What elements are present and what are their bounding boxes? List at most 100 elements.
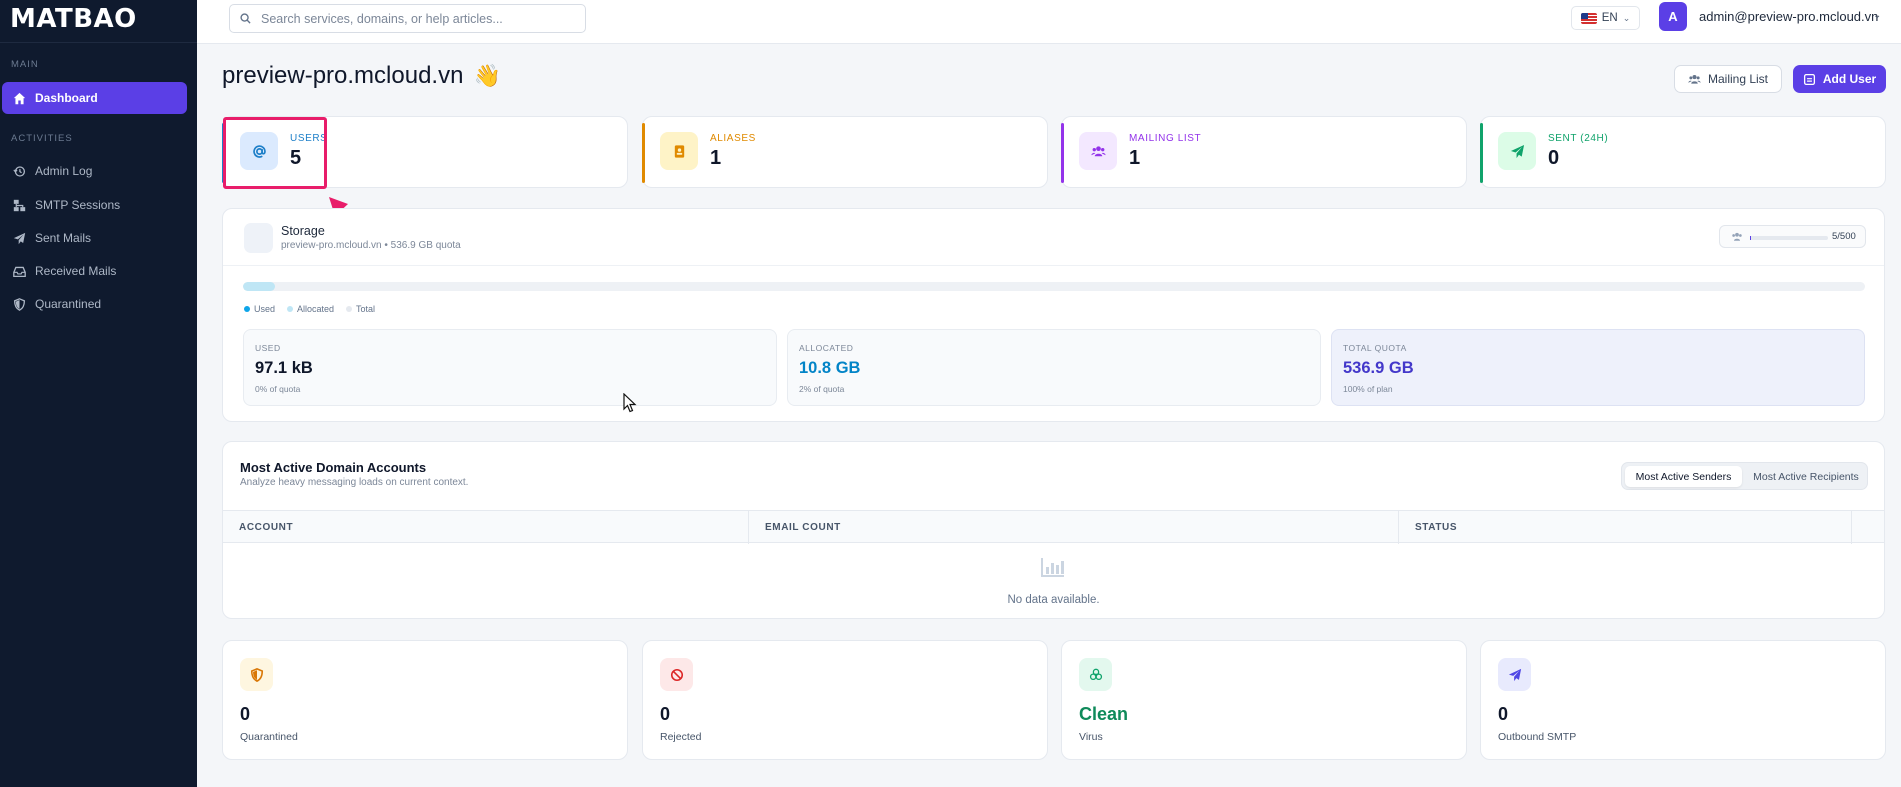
storage-legend: Used Allocated Total	[244, 304, 375, 314]
table-header: ACCOUNT EMAIL COUNT STATUS	[223, 510, 1884, 544]
sidebar-item-received-mails[interactable]: Received Mails	[2, 255, 187, 287]
column-status[interactable]: STATUS	[1399, 511, 1852, 544]
mouse-cursor-icon	[623, 393, 637, 413]
wave-emoji: 👋	[473, 63, 501, 88]
summary-value: 0	[240, 704, 251, 724]
user-plus-icon	[1803, 73, 1815, 85]
box-value: 97.1 kB	[255, 359, 313, 377]
paper-plane-icon	[13, 232, 26, 244]
card-accent	[642, 123, 645, 183]
inbox-icon	[13, 266, 26, 277]
summary-card-virus[interactable]: Clean Virus	[1061, 640, 1467, 760]
summary-card-outbound-smtp[interactable]: 0 Outbound SMTP	[1480, 640, 1886, 760]
stat-card-aliases[interactable]: ALIASES 1	[642, 116, 1048, 188]
stat-value: 0	[1548, 147, 1560, 169]
search-placeholder: Search services, domains, or help articl…	[261, 11, 503, 26]
card-accent	[1480, 123, 1483, 183]
column-account[interactable]: ACCOUNT	[223, 511, 749, 544]
sidebar-item-label: SMTP Sessions	[35, 198, 121, 212]
users-capacity-fill	[1750, 236, 1751, 240]
summary-label: Rejected	[660, 731, 702, 743]
icon-box	[240, 658, 273, 691]
tab-most-active-recipients[interactable]: Most Active Recipients	[1746, 466, 1866, 487]
summary-value: 0	[1498, 704, 1509, 724]
stat-label: MAILING LIST	[1129, 133, 1202, 144]
sidebar-item-label: Quarantined	[35, 297, 102, 311]
annotation-highlight-box	[223, 117, 327, 189]
mailing-list-button[interactable]: Mailing List	[1674, 65, 1782, 93]
box-sub: 100% of plan	[1343, 384, 1393, 394]
logo-text: MATBAO	[10, 4, 137, 34]
biohazard-icon	[1089, 668, 1102, 680]
topbar: Search services, domains, or help articl…	[197, 0, 1901, 44]
icon-box	[660, 658, 693, 691]
search-input[interactable]: Search services, domains, or help articl…	[229, 4, 586, 33]
language-selector[interactable]: EN ⌄	[1571, 6, 1640, 30]
users-capacity-count: 5/500	[1832, 231, 1856, 242]
shield-icon	[250, 667, 263, 682]
summary-card-rejected[interactable]: 0 Rejected	[642, 640, 1048, 760]
chevron-down-icon[interactable]: ⌄	[1873, 10, 1881, 21]
chart-bar-icon	[1041, 558, 1064, 577]
sender-recipient-toggle: Most Active Senders Most Active Recipien…	[1621, 462, 1868, 490]
section-subtitle: Analyze heavy messaging loads on current…	[240, 477, 469, 488]
sidebar-item-dashboard[interactable]: Dashboard	[2, 82, 187, 114]
chevron-down-icon: ⌄	[1622, 12, 1631, 23]
box-sub: 0% of quota	[255, 384, 301, 394]
shield-icon	[13, 297, 26, 311]
storage-domain: preview-pro.mcloud.vn	[281, 240, 382, 251]
ban-icon	[670, 668, 683, 681]
stat-value: 1	[1129, 147, 1141, 169]
storage-icon	[244, 223, 273, 253]
empty-state-text: No data available.	[1007, 594, 1100, 606]
user-email[interactable]: admin@preview-pro.mcloud.vn	[1699, 9, 1878, 24]
summary-value: 0	[660, 704, 671, 724]
sidebar-item-label: Sent Mails	[35, 231, 92, 245]
sidebar-divider	[0, 42, 197, 43]
tab-most-active-senders[interactable]: Most Active Senders	[1625, 466, 1742, 487]
summary-card-quarantined[interactable]: 0 Quarantined	[222, 640, 628, 760]
sidebar-item-quarantined[interactable]: Quarantined	[2, 288, 187, 320]
legend-total: Total	[346, 304, 375, 314]
add-user-button[interactable]: Add User	[1793, 65, 1886, 93]
sidebar: MATBAO MAIN Dashboard ACTIVITIES Admin L…	[0, 0, 197, 787]
summary-value: Clean	[1079, 704, 1129, 724]
section-label-activities: ACTIVITIES	[11, 133, 73, 144]
sitemap-icon	[13, 199, 26, 211]
divider	[223, 265, 1884, 266]
box-label: USED	[255, 343, 281, 353]
box-sub: 2% of quota	[799, 384, 845, 394]
storage-subtitle: preview-pro.mcloud.vn • 536.9 GB quota	[281, 240, 461, 251]
storage-panel: Storage preview-pro.mcloud.vn • 536.9 GB…	[222, 208, 1885, 422]
storage-progress-track	[243, 282, 1865, 291]
storage-title: Storage	[281, 224, 325, 238]
stat-icon-box	[1498, 132, 1536, 170]
page-title: preview-pro.mcloud.vn 👋	[222, 62, 501, 90]
sidebar-item-label: Received Mails	[35, 264, 117, 278]
box-value: 10.8 GB	[799, 359, 861, 377]
stat-value: 1	[710, 147, 722, 169]
stat-card-sent[interactable]: SENT (24H) 0	[1480, 116, 1886, 188]
stat-card-mailing-list[interactable]: MAILING LIST 1	[1061, 116, 1467, 188]
total-quota-box: TOTAL QUOTA 536.9 GB 100% of plan	[1331, 329, 1865, 406]
stat-icon-box	[1079, 132, 1117, 170]
avatar[interactable]: A	[1659, 2, 1687, 31]
icon-box	[1498, 658, 1531, 691]
most-active-accounts-panel: Most Active Domain Accounts Analyze heav…	[222, 441, 1885, 619]
stat-icon-box	[660, 132, 698, 170]
icon-box	[1079, 658, 1112, 691]
section-label-main: MAIN	[11, 59, 39, 70]
button-label: Mailing List	[1707, 72, 1769, 86]
sidebar-item-sent-mails[interactable]: Sent Mails	[2, 222, 187, 254]
box-label: ALLOCATED	[799, 343, 854, 353]
button-label: Add User	[1822, 72, 1877, 86]
column-email-count[interactable]: EMAIL COUNT	[749, 511, 1399, 544]
sidebar-item-smtp-sessions[interactable]: SMTP Sessions	[2, 189, 187, 221]
users-icon	[1090, 145, 1106, 156]
paper-plane-icon	[1508, 668, 1521, 681]
brand-logo[interactable]: MATBAO	[10, 4, 137, 34]
sidebar-item-label: Admin Log	[35, 164, 93, 178]
card-accent	[1061, 123, 1064, 183]
sidebar-item-admin-log[interactable]: Admin Log	[2, 155, 187, 187]
storage-quota: 536.9 GB quota	[390, 240, 461, 251]
